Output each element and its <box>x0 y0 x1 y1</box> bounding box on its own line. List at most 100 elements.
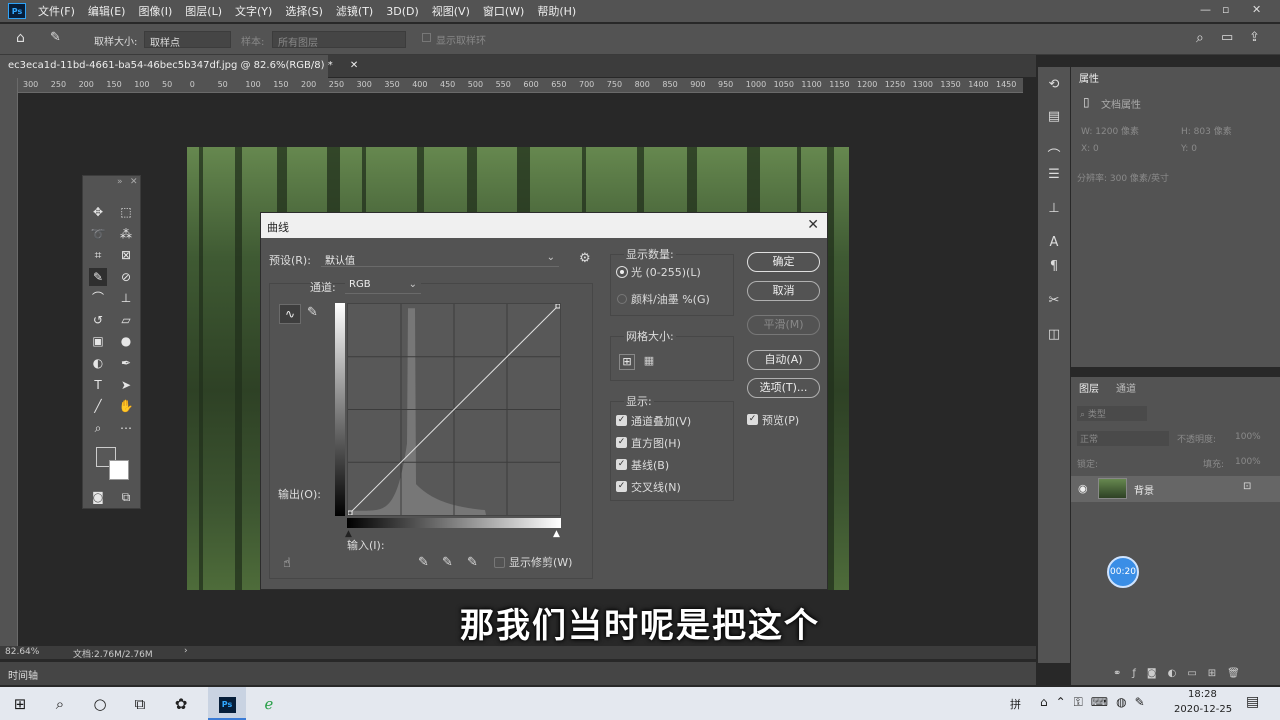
close-toolbox-icon[interactable]: ✕ <box>130 177 138 187</box>
curve-svg[interactable] <box>347 303 561 516</box>
curve-graph[interactable] <box>347 303 561 516</box>
app-icon[interactable]: ✿ <box>170 693 192 715</box>
menu-image[interactable]: 图像(I) <box>138 3 172 19</box>
hand-tool-icon[interactable]: ✋ <box>117 397 135 415</box>
histogram-checkbox[interactable]: ✓ <box>616 437 627 448</box>
ok-button[interactable]: 确定 <box>747 252 820 272</box>
blend-mode-select[interactable]: 正常 <box>1077 431 1169 446</box>
menu-window[interactable]: 窗口(W) <box>483 3 524 19</box>
history-panel-icon[interactable]: ⟲ <box>1045 77 1063 93</box>
menu-filter[interactable]: 滤镜(T) <box>336 3 373 19</box>
white-eyedropper-icon[interactable]: ✎ <box>467 555 478 570</box>
document-tab[interactable]: ec3eca1d-11bd-4661-ba54-46bec5b347df.jpg… <box>0 55 358 78</box>
photoshop-taskbar-icon[interactable]: Ps <box>208 687 246 720</box>
pencil-draw-tool-icon[interactable]: ✎ <box>307 305 318 320</box>
menu-type[interactable]: 文字(Y) <box>235 3 272 19</box>
search-icon[interactable]: ⌕ <box>1196 30 1204 46</box>
menu-3d[interactable]: 3D(D) <box>386 5 419 18</box>
menu-edit[interactable]: 编辑(E) <box>88 3 126 19</box>
simple-grid-icon[interactable]: ⊞ <box>619 354 635 370</box>
background-color-swatch[interactable] <box>109 460 129 480</box>
intersection-line-checkbox[interactable]: ✓ <box>616 481 627 492</box>
fill-value[interactable]: 100% <box>1235 457 1261 467</box>
gray-eyedropper-icon[interactable]: ✎ <box>442 555 453 570</box>
minimize-button[interactable]: — <box>1200 3 1211 16</box>
close-window-button[interactable]: ✕ <box>1252 3 1261 16</box>
collapse-toolbox-icon[interactable]: » <box>117 177 123 187</box>
detailed-grid-icon[interactable]: ▦ <box>641 354 657 370</box>
browser-icon[interactable]: ℯ <box>258 693 280 715</box>
type-tool-icon[interactable]: T <box>89 376 107 394</box>
histogram-panel-icon[interactable]: ▤ <box>1045 109 1063 125</box>
photoshop-logo-icon[interactable]: Ps <box>8 3 26 19</box>
libraries-panel-icon[interactable]: ◫ <box>1045 327 1063 343</box>
magic-wand-tool-icon[interactable]: ⁂ <box>117 225 135 243</box>
on-image-adjust-icon[interactable]: ☝ <box>283 556 291 571</box>
menu-view[interactable]: 视图(V) <box>432 3 470 19</box>
share-icon[interactable]: ⇪ <box>1249 30 1260 45</box>
layer-filter-select[interactable]: ⌕ 类型 <box>1077 406 1147 421</box>
options-button[interactable]: 选项(T)... <box>747 378 820 398</box>
layer-name[interactable]: 背景 <box>1134 482 1154 497</box>
layer-row[interactable]: ◉ 背景 ⊡ <box>1071 476 1280 502</box>
sample-select[interactable]: 所有图层 <box>272 31 406 49</box>
gear-icon[interactable]: ⚙ <box>579 251 591 266</box>
show-clipping-checkbox[interactable] <box>494 557 505 568</box>
baseline-checkbox[interactable]: ✓ <box>616 459 627 470</box>
lock-icon[interactable]: ⊡ <box>1243 481 1251 492</box>
show-ring-checkbox[interactable] <box>422 33 431 42</box>
channel-select[interactable]: RGB ⌄ <box>345 278 421 294</box>
eraser-tool-icon[interactable]: ▱ <box>117 311 135 329</box>
clone-stamp-tool-icon[interactable]: ⊥ <box>117 289 135 307</box>
sample-size-select[interactable]: 取样点 <box>144 31 231 49</box>
tray-icons[interactable]: ⌂⌃⚿⌨◍✎ <box>1040 695 1153 710</box>
clock-time[interactable]: 18:28 <box>1188 689 1217 700</box>
task-view-icon[interactable]: ⧉ <box>129 693 151 715</box>
search-icon[interactable]: ⌕ <box>49 693 71 715</box>
eyedropper-tool-icon[interactable]: ✎ <box>50 30 61 45</box>
close-tab-icon[interactable]: ✕ <box>350 60 358 71</box>
marquee-tool-icon[interactable]: ⬚ <box>117 203 135 221</box>
quick-mask-icon[interactable]: ◙ <box>89 488 107 506</box>
gradient-tool-icon[interactable]: ▣ <box>89 332 107 350</box>
layers-tab[interactable]: 图层 <box>1079 380 1099 395</box>
menu-select[interactable]: 选择(S) <box>285 3 323 19</box>
windows-start-icon[interactable]: ⊞ <box>9 693 31 715</box>
restore-button[interactable]: ▫ <box>1222 3 1229 16</box>
paragraph-panel-icon[interactable]: ¶ <box>1045 259 1063 275</box>
tools-panel-icon[interactable]: ✂ <box>1045 293 1063 309</box>
pigment-radio[interactable] <box>617 294 627 304</box>
lasso-tool-icon[interactable]: ➰ <box>89 225 107 243</box>
home-icon[interactable]: ⌂ <box>16 30 25 46</box>
move-tool-icon[interactable]: ✥ <box>89 203 107 221</box>
preset-select[interactable]: 默认值 ⌄ <box>321 251 559 267</box>
workspace-icon[interactable]: ▭ <box>1221 30 1233 45</box>
zoom-tool-icon[interactable]: ⌕ <box>89 419 107 437</box>
zoom-level[interactable]: 82.64% <box>5 647 39 657</box>
menu-help[interactable]: 帮助(H) <box>537 3 576 19</box>
preview-checkbox[interactable]: ✓ <box>747 414 758 425</box>
properties-tab[interactable]: 属性 <box>1079 70 1099 85</box>
ime-indicator[interactable]: 拼 <box>1010 696 1021 712</box>
dialog-titlebar[interactable]: 曲线 ✕ <box>261 213 827 238</box>
adjustments-panel-icon[interactable]: ☰ <box>1045 167 1063 183</box>
dodge-tool-icon[interactable]: ◐ <box>89 354 107 372</box>
frame-tool-icon[interactable]: ⊠ <box>117 246 135 264</box>
brush-tool-icon[interactable]: ⌒ <box>89 289 107 307</box>
crop-tool-icon[interactable]: ⌗ <box>89 246 107 264</box>
more-tools-icon[interactable]: ⋯ <box>117 419 135 437</box>
timeline-label[interactable]: 时间轴 <box>8 671 38 682</box>
eye-visibility-icon[interactable]: ◉ <box>1078 482 1088 495</box>
light-radio[interactable] <box>617 267 627 277</box>
clock-date[interactable]: 2020-12-25 <box>1174 704 1232 715</box>
blur-tool-icon[interactable]: ● <box>117 332 135 350</box>
white-point-slider-icon[interactable]: ▲ <box>553 529 560 539</box>
curve-point-tool-icon[interactable]: ∿ <box>279 304 301 324</box>
notification-icon[interactable]: ▤ <box>1246 694 1259 710</box>
eyedropper-tool-button-icon[interactable]: ✎ <box>89 268 107 286</box>
layer-actions-icons[interactable]: ⚭ƒ◙◐▭⊞🗑 <box>1113 668 1251 679</box>
menu-file[interactable]: 文件(F) <box>38 3 75 19</box>
history-brush-tool-icon[interactable]: ↺ <box>89 311 107 329</box>
dialog-close-icon[interactable]: ✕ <box>807 217 819 233</box>
black-eyedropper-icon[interactable]: ✎ <box>418 555 429 570</box>
